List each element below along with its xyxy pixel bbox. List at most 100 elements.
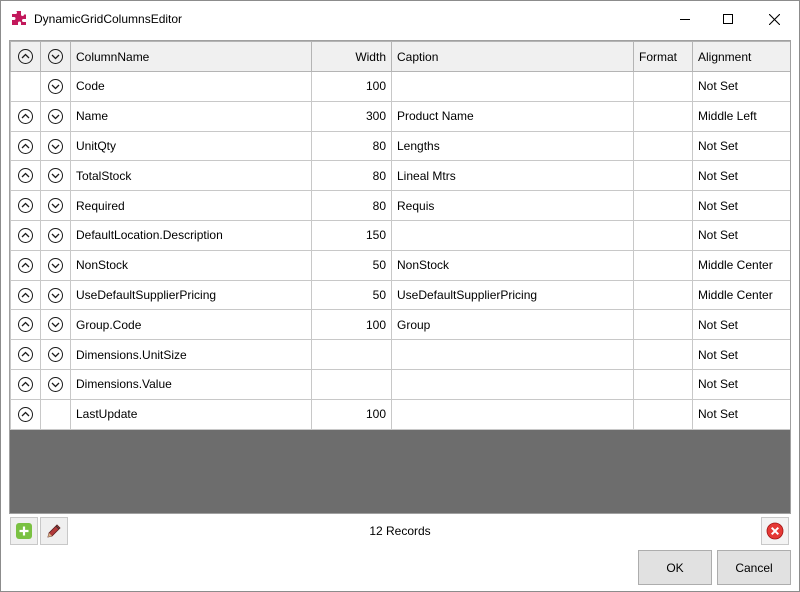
cell-width[interactable] (311, 339, 392, 370)
cell-column-name[interactable]: Dimensions.Value (70, 368, 312, 400)
table-row[interactable]: TotalStock 80 Lineal Mtrs Not Set (10, 160, 790, 192)
cell-caption[interactable] (391, 219, 634, 251)
move-up-button[interactable] (10, 309, 41, 341)
cell-column-name[interactable]: UnitQty (70, 130, 312, 162)
table-row[interactable]: Dimensions.UnitSize Not Set (10, 339, 790, 370)
cell-alignment[interactable]: Middle Center (692, 279, 790, 311)
cell-format[interactable] (633, 279, 693, 311)
move-down-button[interactable] (40, 130, 71, 162)
move-down-button[interactable] (40, 339, 71, 370)
maximize-button[interactable] (705, 1, 751, 37)
cell-column-name[interactable]: Group.Code (70, 309, 312, 341)
cell-width[interactable]: 50 (311, 279, 392, 311)
move-up-button[interactable] (10, 398, 41, 430)
cell-caption[interactable] (391, 398, 634, 430)
close-button[interactable] (751, 1, 797, 37)
cell-alignment[interactable]: Middle Center (692, 249, 790, 281)
cell-width[interactable]: 100 (311, 398, 392, 430)
cell-format[interactable] (633, 249, 693, 281)
cell-column-name[interactable]: Code (70, 71, 312, 102)
move-up-button[interactable] (10, 160, 41, 192)
cell-format[interactable] (633, 71, 693, 102)
cell-width[interactable]: 100 (311, 71, 392, 102)
move-up-button[interactable] (10, 279, 41, 311)
column-header-caption[interactable]: Caption (391, 41, 634, 72)
cell-width[interactable]: 50 (311, 249, 392, 281)
cell-format[interactable] (633, 309, 693, 341)
move-down-button[interactable] (40, 219, 71, 251)
cell-alignment[interactable]: Not Set (692, 190, 790, 221)
cell-alignment[interactable]: Not Set (692, 160, 790, 192)
move-up-button[interactable] (10, 249, 41, 281)
table-row[interactable]: Group.Code 100 Group Not Set (10, 309, 790, 341)
cell-width[interactable]: 300 (311, 100, 392, 132)
table-row[interactable]: Code 100 Not Set (10, 71, 790, 102)
move-up-button[interactable] (10, 100, 41, 132)
cell-caption[interactable]: NonStock (391, 249, 634, 281)
cell-format[interactable] (633, 100, 693, 132)
move-up-button[interactable] (10, 368, 41, 400)
move-down-button[interactable] (40, 190, 71, 221)
cell-column-name[interactable]: UseDefaultSupplierPricing (70, 279, 312, 311)
table-row[interactable]: Dimensions.Value Not Set (10, 368, 790, 400)
cell-width[interactable]: 80 (311, 190, 392, 221)
table-row[interactable]: DefaultLocation.Description 150 Not Set (10, 219, 790, 251)
cell-caption[interactable]: Lineal Mtrs (391, 160, 634, 192)
cell-alignment[interactable]: Not Set (692, 130, 790, 162)
columns-grid[interactable]: ColumnName Width Caption Format Alignmen… (9, 40, 791, 514)
cell-column-name[interactable]: LastUpdate (70, 398, 312, 430)
cell-width[interactable]: 150 (311, 219, 392, 251)
cell-format[interactable] (633, 339, 693, 370)
cell-column-name[interactable]: Dimensions.UnitSize (70, 339, 312, 370)
move-down-button[interactable] (40, 249, 71, 281)
cell-caption[interactable]: Requis (391, 190, 634, 221)
table-row[interactable]: Name 300 Product Name Middle Left (10, 100, 790, 132)
cell-alignment[interactable]: Middle Left (692, 100, 790, 132)
cell-format[interactable] (633, 398, 693, 430)
cell-column-name[interactable]: TotalStock (70, 160, 312, 192)
ok-button[interactable]: OK (638, 550, 712, 585)
cell-format[interactable] (633, 219, 693, 251)
cell-caption[interactable] (391, 368, 634, 400)
cell-caption[interactable]: Lengths (391, 130, 634, 162)
move-up-button[interactable] (10, 219, 41, 251)
cell-alignment[interactable]: Not Set (692, 219, 790, 251)
minimize-button[interactable] (662, 1, 708, 37)
cell-format[interactable] (633, 190, 693, 221)
cell-format[interactable] (633, 368, 693, 400)
move-down-button[interactable] (40, 279, 71, 311)
cell-caption[interactable]: Group (391, 309, 634, 341)
column-header-width[interactable]: Width (311, 41, 392, 72)
column-header-alignment[interactable]: Alignment (692, 41, 790, 72)
cell-alignment[interactable]: Not Set (692, 398, 790, 430)
table-row[interactable]: NonStock 50 NonStock Middle Center (10, 249, 790, 281)
move-up-button[interactable] (10, 130, 41, 162)
column-header-format[interactable]: Format (633, 41, 693, 72)
cell-format[interactable] (633, 130, 693, 162)
cell-caption[interactable]: Product Name (391, 100, 634, 132)
cell-caption[interactable]: UseDefaultSupplierPricing (391, 279, 634, 311)
cell-column-name[interactable]: DefaultLocation.Description (70, 219, 312, 251)
cell-alignment[interactable]: Not Set (692, 368, 790, 400)
cell-width[interactable]: 100 (311, 309, 392, 341)
move-down-button[interactable] (40, 160, 71, 192)
move-up-button[interactable] (10, 339, 41, 370)
cell-width[interactable]: 80 (311, 160, 392, 192)
move-down-button[interactable] (40, 100, 71, 132)
cell-column-name[interactable]: Required (70, 190, 312, 221)
cell-width[interactable] (311, 368, 392, 400)
cell-alignment[interactable]: Not Set (692, 71, 790, 102)
cell-caption[interactable] (391, 71, 634, 102)
table-row[interactable]: UseDefaultSupplierPricing 50 UseDefaultSup… (10, 279, 790, 311)
cell-column-name[interactable]: NonStock (70, 249, 312, 281)
cell-alignment[interactable]: Not Set (692, 309, 790, 341)
cell-column-name[interactable]: Name (70, 100, 312, 132)
move-down-button[interactable] (40, 309, 71, 341)
move-down-header[interactable] (40, 41, 71, 72)
cell-format[interactable] (633, 160, 693, 192)
move-down-button[interactable] (40, 368, 71, 400)
table-row[interactable]: Required 80 Requis Not Set (10, 190, 790, 221)
column-header-columnname[interactable]: ColumnName (70, 41, 312, 72)
cancel-button[interactable]: Cancel (717, 550, 791, 585)
cell-caption[interactable] (391, 339, 634, 370)
